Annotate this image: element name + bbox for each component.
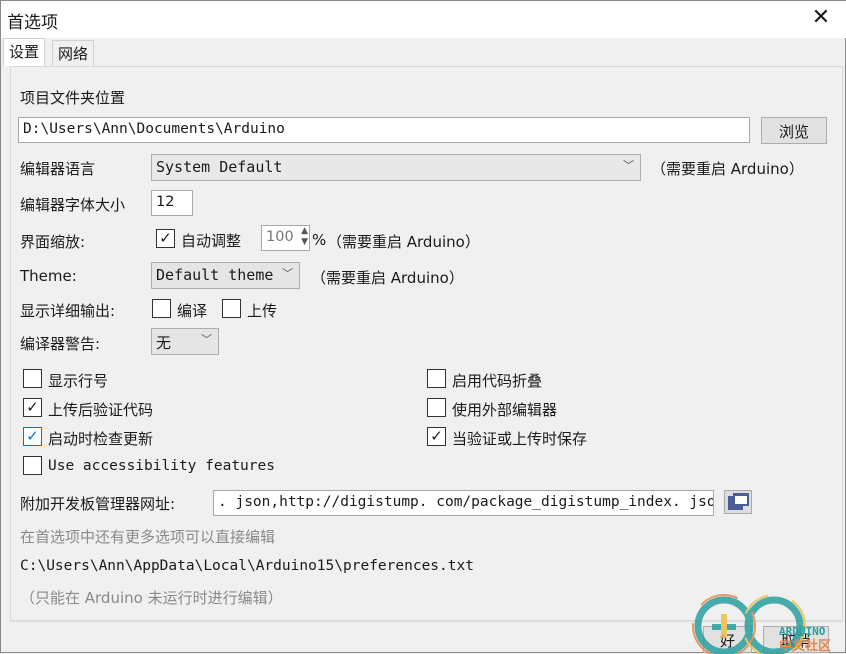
auto-scale-label: 自动调整 (181, 232, 242, 250)
title-bar: 首选项 ✕ (1, 1, 846, 38)
check-updates-label: 启动时检查更新 (48, 430, 154, 448)
prefs-note: （只能在 Arduino 未运行时进行编辑） (20, 589, 283, 607)
scale-unit: % (312, 231, 327, 249)
chevron-down-icon: ﹀ (201, 333, 212, 346)
language-value: System Default (156, 158, 283, 176)
sketchbook-label: 项目文件夹位置 (20, 89, 126, 107)
save-on-verify-label: 当验证或上传时保存 (452, 430, 588, 448)
accessibility-label: Use accessibility features (48, 458, 275, 474)
theme-value: Default theme (156, 266, 274, 284)
code-folding-checkbox[interactable] (427, 369, 446, 388)
language-select[interactable]: System Default ﹀ (151, 154, 641, 181)
scale-value: 100 (266, 229, 294, 245)
scale-note: （需要重启 Arduino） (327, 233, 480, 251)
tab-network[interactable]: 网络 (52, 40, 95, 66)
line-numbers-checkbox[interactable] (23, 369, 42, 388)
warnings-value: 无 (156, 334, 172, 352)
window-title: 首选项 (7, 13, 58, 33)
verbose-upload-label: 上传 (247, 302, 278, 320)
close-icon[interactable]: ✕ (809, 5, 833, 30)
chevron-down-icon: ﹀ (282, 267, 293, 280)
verify-upload-label: 上传后验证代码 (48, 401, 154, 419)
verify-upload-checkbox[interactable]: ✓ (23, 398, 42, 417)
boards-url-input[interactable]: . json,http://digistump. com/package_dig… (213, 490, 714, 516)
font-size-input[interactable]: 12 (151, 190, 193, 216)
theme-note: （需要重启 Arduino） (311, 269, 464, 287)
theme-label: Theme: (20, 267, 77, 285)
verbose-compile-checkbox[interactable] (152, 299, 171, 318)
scale-input[interactable]: 100 ▲ ▼ (261, 225, 310, 251)
warnings-label: 编译器警告: (20, 335, 101, 353)
language-label: 编辑器语言 (20, 160, 96, 178)
theme-select[interactable]: Default theme ﹀ (151, 262, 300, 289)
accessibility-checkbox[interactable] (23, 456, 42, 475)
watermark-text-cn: 中文社区 (779, 639, 832, 654)
scale-label: 界面缩放: (20, 233, 86, 251)
warnings-select[interactable]: 无 ﹀ (151, 328, 219, 355)
line-numbers-label: 显示行号 (48, 372, 109, 390)
verbose-label: 显示详细输出: (20, 302, 116, 320)
check-updates-checkbox[interactable]: ✓ (23, 427, 42, 446)
browse-button[interactable]: 浏览 (761, 117, 827, 144)
code-folding-label: 启用代码折叠 (452, 372, 543, 390)
external-editor-checkbox[interactable] (427, 398, 446, 417)
font-size-label: 编辑器字体大小 (20, 196, 126, 214)
verbose-upload-checkbox[interactable] (222, 299, 241, 318)
more-prefs-text: 在首选项中还有更多选项可以直接编辑 (20, 528, 276, 546)
save-on-verify-checkbox[interactable]: ✓ (427, 427, 446, 446)
edit-urls-button[interactable] (724, 490, 752, 514)
auto-scale-checkbox[interactable]: ✓ (156, 229, 175, 248)
language-note: （需要重启 Arduino） (651, 160, 804, 178)
prefs-path[interactable]: C:\Users\Ann\AppData\Local\Arduino15\pre… (20, 558, 474, 574)
verbose-compile-label: 编译 (177, 302, 208, 320)
tab-settings[interactable]: 设置 (3, 38, 46, 66)
sketchbook-input[interactable]: D:\Users\Ann\Documents\Arduino (18, 117, 750, 143)
external-editor-label: 使用外部编辑器 (452, 401, 558, 419)
chevron-down-icon: ﹀ (623, 159, 634, 172)
spinner-icon[interactable]: ▲ ▼ (301, 226, 308, 248)
boards-url-label: 附加开发板管理器网址: (20, 495, 176, 513)
